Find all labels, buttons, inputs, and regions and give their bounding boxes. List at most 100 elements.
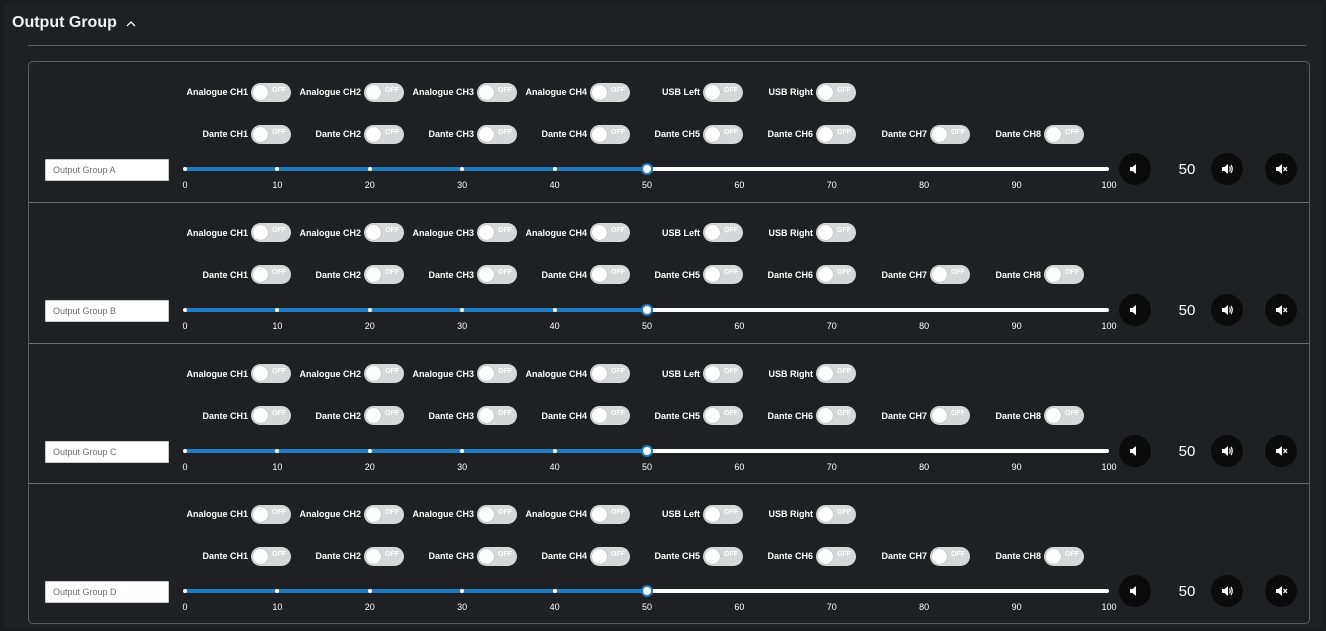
analogue-ch2-toggle[interactable]: OFF [364, 82, 404, 102]
dante-ch1-toggle[interactable]: OFF [251, 124, 291, 144]
toggle-state-text: OFF [837, 128, 851, 136]
slider-tick-dot [922, 307, 927, 312]
dante-ch8-toggle[interactable]: OFF [1044, 406, 1084, 425]
group-name-input[interactable] [45, 159, 169, 181]
slider-thumb[interactable] [641, 585, 653, 598]
usb-left-toggle[interactable]: OFF [703, 364, 743, 383]
usb-right-toggle-item: USB Right OFF [756, 503, 856, 525]
slider-thumb[interactable] [641, 163, 653, 175]
dante-ch7-toggle[interactable]: OFF [930, 406, 970, 425]
slider-tick-label: 100 [1101, 602, 1117, 613]
volume-up-button[interactable] [1211, 575, 1243, 608]
dante-ch1-toggle[interactable]: OFF [251, 546, 291, 566]
volume-down-button[interactable] [1119, 153, 1151, 185]
dante-ch2-toggle[interactable]: OFF [364, 265, 404, 285]
volume-slider[interactable]: 0 10 20 30 40 50 60 70 80 90 100 [182, 162, 1117, 190]
slider-tick-label: 60 [734, 602, 745, 613]
dante-ch4-toggle[interactable]: OFF [590, 124, 630, 144]
dante-ch5-toggle[interactable]: OFF [703, 265, 743, 285]
dante-ch4-toggle[interactable]: OFF [590, 546, 630, 566]
analogue-ch2-toggle[interactable]: OFF [364, 504, 404, 524]
analogue-ch1-toggle[interactable]: OFF [251, 82, 291, 102]
dante-ch3-toggle[interactable]: OFF [477, 406, 517, 425]
dante-ch8-toggle[interactable]: OFF [1044, 124, 1084, 144]
dante-ch1-toggle-item: Dante CH1 OFF [191, 545, 291, 567]
analogue-ch3-toggle[interactable]: OFF [477, 223, 517, 243]
toggle-knob [253, 126, 268, 142]
mute-button[interactable] [1265, 575, 1297, 608]
volume-up-icon [1220, 444, 1234, 458]
volume-down-button[interactable] [1119, 293, 1151, 326]
analogue-ch4-toggle[interactable]: OFF [590, 364, 630, 383]
mute-button[interactable] [1265, 153, 1297, 185]
toggle-state-text: OFF [611, 410, 625, 417]
dante-ch3-toggle[interactable]: OFF [477, 546, 517, 566]
toggle-state-text: OFF [498, 227, 512, 235]
volume-slider[interactable]: 0 10 20 30 40 50 60 70 80 90 100 [182, 303, 1117, 331]
panel-header[interactable]: Output Group [12, 11, 137, 35]
slider-thumb[interactable] [641, 444, 653, 457]
dante-ch7-toggle[interactable]: OFF [930, 124, 970, 144]
mute-button[interactable] [1265, 434, 1297, 467]
analogue-ch3-toggle[interactable]: OFF [477, 364, 517, 383]
analogue-ch2-toggle[interactable]: OFF [364, 364, 404, 383]
analogue-ch1-toggle[interactable]: OFF [251, 364, 291, 383]
analogue-ch2-toggle[interactable]: OFF [364, 223, 404, 243]
analogue-ch4-toggle[interactable]: OFF [590, 504, 630, 524]
toggle-state-text: OFF [385, 128, 399, 136]
analogue-ch1-toggle[interactable]: OFF [251, 504, 291, 524]
volume-up-button[interactable] [1211, 293, 1243, 326]
group-name-input[interactable] [45, 440, 169, 463]
slider-thumb[interactable] [641, 303, 653, 316]
header-divider [28, 45, 1306, 46]
analogue-ch3-toggle[interactable]: OFF [477, 504, 517, 524]
chevron-up-icon[interactable] [125, 17, 137, 29]
dante-ch2-toggle[interactable]: OFF [364, 406, 404, 425]
dante-ch6-toggle[interactable]: OFF [816, 546, 856, 566]
volume-up-button[interactable] [1211, 434, 1243, 467]
analogue-ch4-toggle-item: Analogue CH4 OFF [520, 81, 630, 103]
usb-right-toggle[interactable]: OFF [816, 504, 856, 524]
group-name-input[interactable] [45, 581, 169, 604]
analogue-ch3-toggle[interactable]: OFF [477, 82, 517, 102]
dante-ch2-toggle[interactable]: OFF [364, 546, 404, 566]
dante-ch8-toggle[interactable]: OFF [1044, 546, 1084, 566]
dante-ch1-toggle[interactable]: OFF [251, 406, 291, 425]
dante-ch3-toggle[interactable]: OFF [477, 265, 517, 285]
volume-slider[interactable]: 0 10 20 30 40 50 60 70 80 90 100 [182, 584, 1117, 612]
dante-ch7-toggle[interactable]: OFF [930, 546, 970, 566]
volume-down-button[interactable] [1119, 434, 1151, 467]
usb-left-toggle[interactable]: OFF [703, 223, 743, 243]
analogue-ch4-toggle[interactable]: OFF [590, 223, 630, 243]
dante-ch5-toggle[interactable]: OFF [703, 406, 743, 425]
dante-ch1-toggle[interactable]: OFF [251, 265, 291, 285]
volume-up-button[interactable] [1211, 153, 1243, 185]
usb-right-toggle[interactable]: OFF [816, 223, 856, 243]
dante-ch2-toggle[interactable]: OFF [364, 124, 404, 144]
slider-tick-label: 60 [734, 320, 745, 331]
analogue-ch1-toggle[interactable]: OFF [251, 223, 291, 243]
analogue-ch4-toggle[interactable]: OFF [590, 82, 630, 102]
dante-ch2-label: Dante CH2 [315, 410, 361, 421]
dante-ch6-toggle[interactable]: OFF [816, 124, 856, 144]
volume-slider[interactable]: 0 10 20 30 40 50 60 70 80 90 100 [182, 444, 1117, 472]
dante-ch6-toggle[interactable]: OFF [816, 265, 856, 285]
dante-ch7-toggle[interactable]: OFF [930, 265, 970, 285]
mute-button[interactable] [1265, 293, 1297, 326]
usb-right-toggle[interactable]: OFF [816, 364, 856, 383]
dante-ch5-toggle[interactable]: OFF [703, 546, 743, 566]
dante-ch5-toggle[interactable]: OFF [703, 124, 743, 144]
usb-right-toggle[interactable]: OFF [816, 82, 856, 102]
group-name-input[interactable] [45, 299, 169, 322]
dante-ch2-label: Dante CH2 [315, 129, 361, 139]
toggle-knob [932, 408, 947, 423]
dante-ch4-toggle[interactable]: OFF [590, 265, 630, 285]
dante-ch8-toggle[interactable]: OFF [1044, 265, 1084, 285]
dante-ch3-toggle[interactable]: OFF [477, 124, 517, 144]
usb-left-toggle[interactable]: OFF [703, 82, 743, 102]
usb-left-toggle[interactable]: OFF [703, 504, 743, 524]
dante-ch6-toggle[interactable]: OFF [816, 406, 856, 425]
volume-down-button[interactable] [1119, 575, 1151, 608]
dante-ch4-toggle[interactable]: OFF [590, 406, 630, 425]
dante-ch3-toggle-item: Dante CH3 OFF [417, 545, 517, 567]
